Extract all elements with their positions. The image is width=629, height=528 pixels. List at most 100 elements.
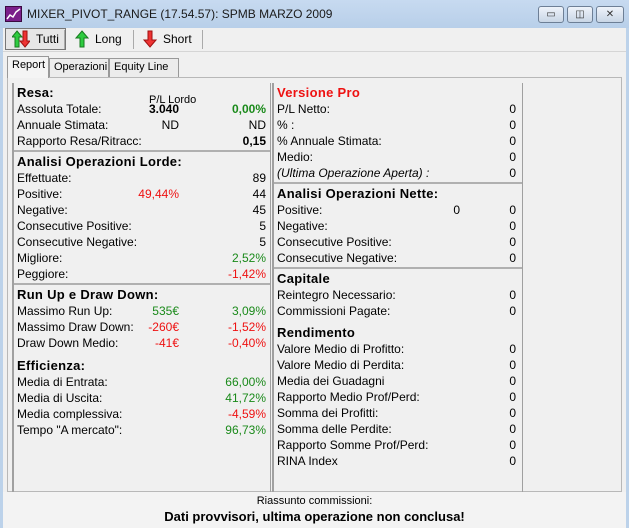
stat-value: 66,00% <box>225 375 266 389</box>
section-header: Capitale <box>277 271 330 286</box>
commission-caption: Riassunto commissioni: <box>256 495 373 507</box>
stat-row-rina-index: RINA Index 0 <box>277 454 522 470</box>
stat-label: Rapporto Resa/Ritracc: <box>17 134 142 148</box>
section-header: Rendimento <box>277 325 356 340</box>
stat-mid-value: -41€ <box>154 336 179 350</box>
long-button[interactable]: Long <box>69 28 128 50</box>
stat-value: 41,72% <box>225 391 266 405</box>
stat-value: -4,59% <box>227 407 266 421</box>
short-button[interactable]: Short <box>137 28 198 50</box>
stat-label: Positive: <box>17 187 63 201</box>
stat-value: 0 <box>509 219 516 233</box>
stat-row-commissioni-pagate: Commissioni Pagate: 0 <box>277 304 522 320</box>
stat-value: 0 <box>509 406 516 420</box>
report-panel: Resa: P/L Lordo Assoluta Totale: 3.040 0,00%… <box>7 77 622 507</box>
section-header: Efficienza: <box>17 358 86 373</box>
toolbar: Tutti Long Short <box>3 28 626 52</box>
stat-value: 0 <box>509 166 516 180</box>
stat-mid-value: 0 <box>453 203 460 217</box>
stat-row-rapporto-medio-prof-perd: Rapporto Medio Prof/Perd: 0 <box>277 390 522 406</box>
stat-value: 0 <box>509 422 516 436</box>
stat-label: Somma dei Profitti: <box>277 406 379 420</box>
section-analisi-operazioni-nette: Analisi Operazioni Nette: Positive: 0 0 Nega… <box>274 182 522 267</box>
stat-row-migliore: Migliore: 2,52% <box>17 251 270 267</box>
stat-value: 0 <box>509 235 516 249</box>
green-up-arrow-icon <box>75 30 89 48</box>
stat-label: Effettuate: <box>17 171 72 185</box>
stat-row-medio: Medio: 0 <box>277 150 522 166</box>
stat-label: (Ultima Operazione Aperta) : <box>277 166 430 180</box>
stat-value: 0 <box>509 454 516 468</box>
stat-value: 45 <box>252 203 266 217</box>
stat-value: 5 <box>259 235 266 249</box>
stat-row-media-dei-guadagni: Media dei Guadagni 0 <box>277 374 522 390</box>
section-header: Analisi Operazioni Nette: <box>277 186 439 201</box>
stat-value: 0 <box>509 288 516 302</box>
stat-label: Media di Uscita: <box>17 391 103 405</box>
stat-mid-value: -260€ <box>148 320 179 334</box>
stat-row-somma-dei-profitti: Somma dei Profitti: 0 <box>277 406 522 422</box>
tab-operazioni[interactable]: Operazioni <box>49 58 109 77</box>
stat-row-media-di-uscita: Media di Uscita: 41,72% <box>17 391 270 407</box>
stat-label: % Annuale Stimata: <box>277 134 382 148</box>
short-label: Short <box>163 32 192 46</box>
section-analisi-operazioni-lorde: Analisi Operazioni Lorde: Effettuate: 89 Po… <box>14 150 270 283</box>
stat-value: 0 <box>509 150 516 164</box>
long-label: Long <box>95 32 122 46</box>
section-header: Analisi Operazioni Lorde: <box>17 154 182 169</box>
stat-row-rapporto-resa-ritracc: Rapporto Resa/Ritracc: 0,15 <box>17 134 270 150</box>
stat-row-valore-medio-di-profitto: Valore Medio di Profitto: 0 <box>277 342 522 358</box>
stat-row-massimo-draw-down: Massimo Draw Down: -260€ -1,52% <box>17 320 270 336</box>
stat-row-negative: Negative: 0 <box>277 219 522 235</box>
stat-label: Negative: <box>277 219 328 233</box>
up-down-arrows-icon <box>12 30 30 48</box>
stat-label: Annuale Stimata: <box>17 118 109 132</box>
stat-row-annuale-stimata: Annuale Stimata: ND ND <box>17 118 270 134</box>
status-footer: Riassunto commissioni: Dati provvisori, … <box>3 492 626 528</box>
section-run-up-e-draw-down: Run Up e Draw Down: Massimo Run Up: 535€ 3,… <box>14 283 270 352</box>
minimize-button[interactable]: ▭ <box>538 6 564 23</box>
stat-label: Media complessiva: <box>17 407 123 421</box>
tab-equity-line[interactable]: Equity Line <box>109 58 179 77</box>
section-capitale: Capitale Reintegro Necessario: 0 Commission… <box>274 267 522 320</box>
stat-label: Migliore: <box>17 251 63 265</box>
section-header: Resa: <box>17 85 54 100</box>
stat-label: Draw Down Medio: <box>17 336 119 350</box>
stat-label: % : <box>277 118 295 132</box>
stat-row-rapporto-somme-prof-perd: Rapporto Somme Prof/Perd: 0 <box>277 438 522 454</box>
stat-mid-value: ND <box>161 118 179 132</box>
provisional-warning: Dati provvisori, ultima operazione non c… <box>164 509 465 524</box>
stat-label: Consecutive Positive: <box>277 235 392 249</box>
app-icon <box>5 6 22 22</box>
section-efficienza: Efficienza: Media di Entrata: 66,00% Media … <box>14 356 270 439</box>
stat-row-massimo-run-up: Massimo Run Up: 535€ 3,09% <box>17 304 270 320</box>
stat-value: 96,73% <box>225 423 266 437</box>
stat-row-media-complessiva: Media complessiva: -4,59% <box>17 407 270 423</box>
stat-mid-value: 535€ <box>152 304 179 318</box>
stat-row-media-di-entrata: Media di Entrata: 66,00% <box>17 375 270 391</box>
stat-value: 0 <box>509 118 516 132</box>
tab-report[interactable]: Report <box>7 56 49 78</box>
stat-label: Massimo Run Up: <box>17 304 113 318</box>
stat-row-assoluta-totale: Assoluta Totale: 3.040 0,00% <box>17 102 270 118</box>
gross-stats-column: Resa: P/L Lordo Assoluta Totale: 3.040 0,00%… <box>12 83 271 493</box>
maximize-button[interactable]: ◫ <box>567 6 593 23</box>
stat-label: Negative: <box>17 203 68 217</box>
stat-value: 0,00% <box>231 102 266 116</box>
stat-mid-value: 3.040 <box>148 102 179 116</box>
toolbar-separator <box>64 30 65 49</box>
toolbar-separator <box>133 30 134 49</box>
close-button[interactable]: ✕ <box>596 6 624 23</box>
stat-label: Media dei Guadagni <box>277 374 385 388</box>
stat-row-positive: Positive: 49,44% 44 <box>17 187 270 203</box>
stat-row-consecutive-negative: Consecutive Negative: 0 <box>277 251 522 267</box>
stat-label: P/L Netto: <box>277 102 330 116</box>
tutti-button[interactable]: Tutti <box>5 28 66 50</box>
stat-row-peggiore: Peggiore: -1,42% <box>17 267 270 283</box>
window-client: Tutti Long Short Report Operazioni Equit… <box>3 28 626 528</box>
stat-value: 0 <box>509 304 516 318</box>
stat-row-draw-down-medio: Draw Down Medio: -41€ -0,40% <box>17 336 270 352</box>
stat-value: 2,52% <box>231 251 266 265</box>
stat-row-effettuate: Effettuate: 89 <box>17 171 270 187</box>
stat-row-reintegro-necessario: Reintegro Necessario: 0 <box>277 288 522 304</box>
